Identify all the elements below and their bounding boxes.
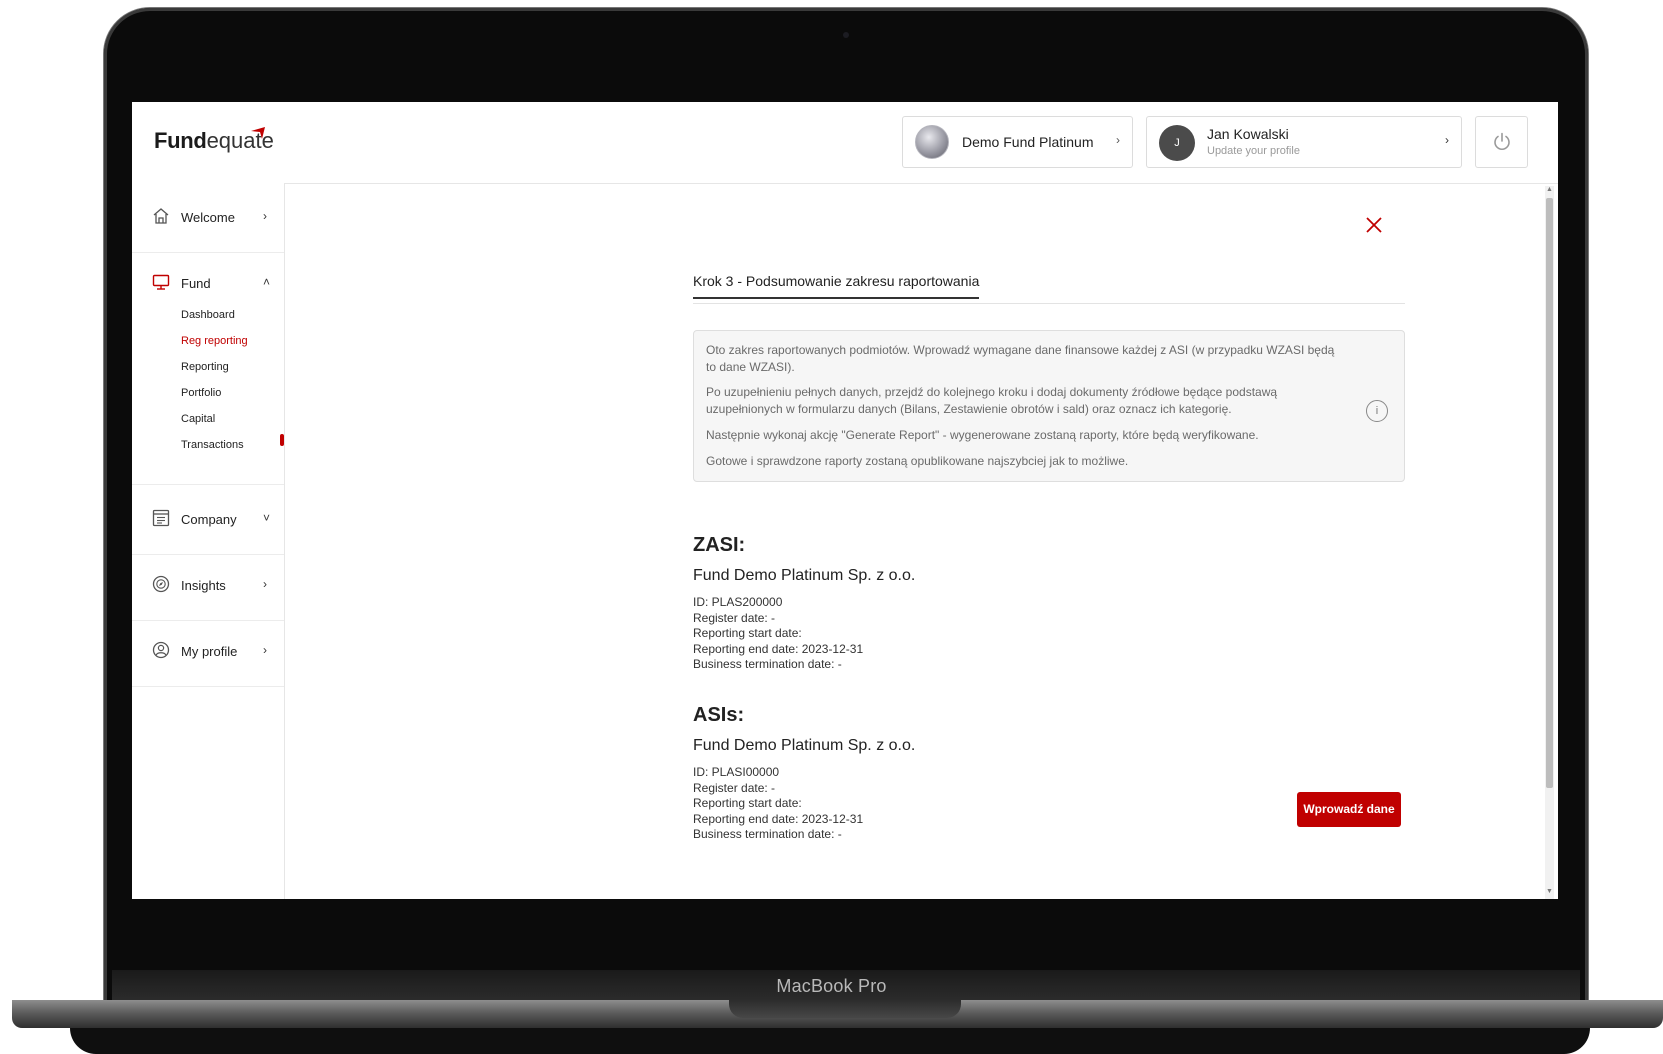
logout-button[interactable]	[1475, 116, 1528, 168]
close-icon[interactable]	[1365, 216, 1383, 234]
app-screen: Fundequate Demo Fund Platinum › J Jan Ko…	[132, 102, 1558, 899]
asis-detail: Reporting end date: 2023-12-31	[693, 812, 864, 826]
laptop-feet	[70, 1028, 1590, 1054]
fund-selector[interactable]: Demo Fund Platinum ›	[902, 116, 1133, 168]
sidebar-item-label: Welcome	[181, 210, 235, 225]
sidebar-item-label: Insights	[181, 578, 226, 593]
info-icon[interactable]: i	[1366, 400, 1388, 422]
zasi-detail: ID: PLAS200000	[693, 595, 783, 609]
top-bar: Fundequate Demo Fund Platinum › J Jan Ko…	[132, 102, 1558, 184]
asis-detail: Reporting start date:	[693, 796, 802, 810]
zasi-detail: Reporting start date:	[693, 626, 802, 640]
step-tab: Krok 3 - Podsumowanie zakresu raportowan…	[693, 273, 1405, 304]
sidebar: Welcome › Fund ˄ Dashboard Reg reporting…	[132, 183, 285, 899]
avatar: J	[1159, 125, 1195, 161]
chevron-right-icon: ›	[263, 209, 267, 223]
info-box: Oto zakres raportowanych podmiotów. Wpro…	[693, 330, 1405, 482]
user-icon	[152, 641, 170, 659]
sidebar-item-insights[interactable]: Insights ›	[132, 551, 284, 621]
asis-entity-name: Fund Demo Platinum Sp. z o.o.	[693, 737, 916, 754]
info-paragraph: Gotowe i sprawdzone raporty zostaną opub…	[706, 454, 1129, 468]
device-brand-label: MacBook Pro	[776, 976, 887, 996]
user-subtitle: Update your profile	[1207, 145, 1300, 157]
user-profile-selector[interactable]: J Jan Kowalski Update your profile ›	[1146, 116, 1462, 168]
chevron-down-icon: ˅	[263, 511, 271, 525]
home-icon	[153, 208, 169, 224]
sidebar-item-company[interactable]: Company ˅	[132, 485, 284, 555]
sidebar-item-label: My profile	[181, 644, 238, 659]
laptop-notch	[729, 1000, 961, 1018]
chevron-right-icon: ›	[1445, 133, 1449, 147]
info-paragraph: Po uzupełnieniu pełnych danych, przejdź …	[706, 385, 1278, 416]
subnav-portfolio[interactable]: Portfolio	[181, 387, 221, 399]
info-paragraph: Oto zakres raportowanych podmiotów. Wpro…	[706, 343, 1335, 374]
fund-selector-name: Demo Fund Platinum	[962, 134, 1094, 150]
sidebar-item-welcome[interactable]: Welcome ›	[132, 183, 284, 253]
asis-heading: ASIs:	[693, 704, 745, 726]
subnav-capital[interactable]: Capital	[181, 413, 215, 425]
camera-dot	[843, 32, 849, 38]
step-title: Krok 3 - Podsumowanie zakresu raportowan…	[693, 273, 980, 299]
asis-detail: Register date: -	[693, 781, 776, 795]
subnav-reporting[interactable]: Reporting	[181, 361, 229, 373]
zasi-heading: ZASI:	[693, 534, 746, 556]
zasi-detail: Register date: -	[693, 611, 776, 625]
zasi-entity-name: Fund Demo Platinum Sp. z o.o.	[693, 567, 916, 584]
zasi-detail: Business termination date: -	[693, 657, 842, 671]
scrollbar-thumb[interactable]	[1546, 198, 1553, 788]
user-name: Jan Kowalski	[1207, 126, 1289, 142]
zasi-detail: Reporting end date: 2023-12-31	[693, 642, 864, 656]
active-subnav-indicator	[280, 434, 284, 446]
monitor-icon	[152, 274, 170, 290]
sidebar-item-my-profile[interactable]: My profile ›	[132, 617, 284, 687]
logo-text-bold: Fund	[154, 128, 207, 153]
subnav-transactions[interactable]: Transactions	[181, 439, 244, 451]
main-content: Krok 3 - Podsumowanie zakresu raportowan…	[285, 183, 1558, 899]
sidebar-item-label: Company	[181, 512, 237, 527]
power-icon	[1494, 132, 1510, 150]
subnav-dashboard[interactable]: Dashboard	[181, 309, 235, 321]
building-icon	[152, 509, 170, 527]
compass-icon	[152, 575, 170, 593]
asis-detail: ID: PLASI00000	[693, 765, 780, 779]
chevron-up-icon: ˄	[263, 275, 271, 289]
subnav-reg-reporting[interactable]: Reg reporting	[181, 335, 248, 347]
logo-swoosh-icon	[251, 127, 265, 139]
asis-detail: Business termination date: -	[693, 827, 842, 841]
sidebar-item-label: Fund	[181, 276, 211, 291]
fund-avatar	[915, 125, 949, 159]
info-paragraph: Następnie wykonaj akcję "Generate Report…	[706, 428, 1259, 442]
chevron-right-icon: ›	[263, 577, 267, 591]
chevron-right-icon: ›	[263, 643, 267, 657]
scroll-up-icon[interactable]: ▲	[1546, 186, 1553, 194]
chevron-right-icon: ›	[1116, 133, 1120, 147]
enter-data-button[interactable]: Wprowadź dane	[1297, 792, 1401, 827]
scrollbar[interactable]: ▲ ▼	[1545, 186, 1554, 899]
scroll-down-icon[interactable]: ▼	[1546, 888, 1553, 896]
